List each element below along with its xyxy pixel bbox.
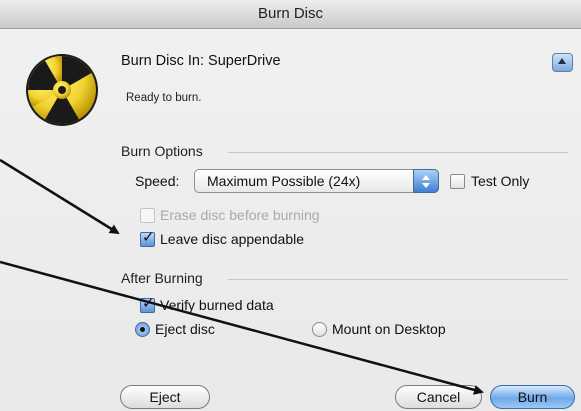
arrow-to-burn-button [0, 260, 484, 395]
arrow-to-leave-appendable [0, 158, 120, 235]
burn-disc-dialog: Burn Disc Burn Disc In: SuperDrive Ready… [0, 0, 581, 411]
annotation-arrows [0, 158, 484, 395]
